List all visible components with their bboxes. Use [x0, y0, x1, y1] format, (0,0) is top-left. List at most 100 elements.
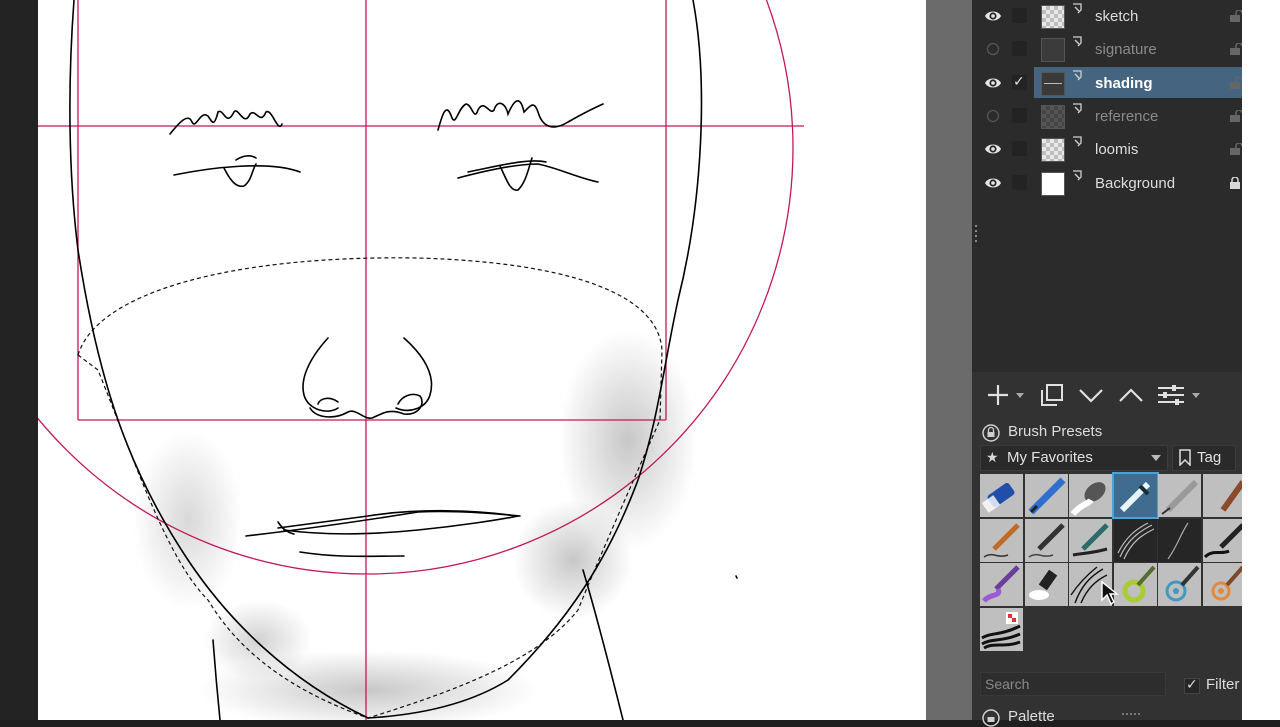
- ink-pen-preset[interactable]: [1158, 474, 1201, 517]
- layer-row-reference[interactable]: reference: [972, 100, 1242, 133]
- brush-presets-title: Brush Presets: [1008, 423, 1103, 440]
- dock-resize-handle[interactable]: [972, 222, 980, 248]
- brush-presets-panel: Brush Presets ★ My Favorites Tag ✓ Filte…: [972, 418, 1246, 727]
- brush-preset-6[interactable]: [1202, 474, 1246, 517]
- move-layer-up-button[interactable]: [1116, 382, 1146, 408]
- preset-grid: [980, 472, 1246, 654]
- paint-layer-icon: [1073, 169, 1082, 180]
- blue-pattern-preset[interactable]: [1158, 563, 1201, 606]
- mouse-cursor-icon: [1101, 580, 1119, 606]
- orange-pattern-preset[interactable]: [1202, 563, 1246, 606]
- brush-preset-thumbnail: [1167, 522, 1189, 559]
- filter-checkbox[interactable]: ✓: [1184, 676, 1200, 694]
- drawing-canvas[interactable]: [38, 0, 926, 720]
- add-layer-button[interactable]: [984, 382, 1024, 408]
- bookmark-icon: [1179, 449, 1191, 466]
- paint-layer-icon: [1073, 136, 1082, 147]
- layer-name: reference: [1095, 107, 1159, 125]
- paint-layer-icon: [1073, 36, 1082, 47]
- move-layer-down-button[interactable]: [1076, 382, 1106, 408]
- visibility-hidden-icon[interactable]: [984, 107, 1002, 125]
- texture-brush-preset[interactable]: [980, 607, 1023, 651]
- layer-thumbnail: [1041, 38, 1065, 63]
- smudge-preset[interactable]: [1024, 563, 1068, 606]
- visibility-eye-icon[interactable]: [984, 74, 1002, 92]
- selected-pen-preset[interactable]: [1111, 472, 1159, 519]
- brush-preset-thumbnail: [1211, 565, 1244, 601]
- layer-checkbox[interactable]: [1012, 8, 1027, 23]
- layer-name: loomis: [1095, 141, 1139, 159]
- layer-name: shading: [1095, 74, 1153, 92]
- layer-row-shading[interactable]: ✓ shading: [972, 66, 1242, 100]
- panel-splitter-2[interactable]: [1122, 702, 1144, 715]
- layer-checkbox[interactable]: [1012, 141, 1027, 157]
- paint-layer-icon: [1073, 103, 1082, 114]
- check-icon: ✓: [1013, 72, 1025, 89]
- layer-toolbar: [972, 378, 1242, 412]
- star-icon: ★: [986, 449, 999, 465]
- blender-preset[interactable]: [1069, 474, 1112, 517]
- layer-thumbnail: [1041, 104, 1065, 129]
- panel-lock-icon[interactable]: [982, 709, 1000, 727]
- brush-preset-thumbnail: [1072, 522, 1109, 556]
- duplicate-layer-button[interactable]: [1038, 382, 1066, 408]
- chevron-down-icon: [1151, 455, 1161, 461]
- brush-preset-thumbnail: [1028, 569, 1057, 600]
- unlock-icon[interactable]: [1228, 10, 1242, 22]
- brush-preset-thumbnail: [1070, 482, 1106, 516]
- tag-button-label: Tag: [1197, 449, 1222, 466]
- brush-preset-thumbnail: [1165, 565, 1200, 602]
- unlock-icon[interactable]: [1228, 143, 1242, 156]
- layers-panel: sketch signature ✓ shading reference loomis Ba…: [972, 0, 1242, 372]
- unlock-icon[interactable]: [1228, 43, 1242, 56]
- layer-row-signature[interactable]: signature: [972, 33, 1242, 66]
- soft-line-preset[interactable]: [1158, 518, 1201, 562]
- layer-row-loomis[interactable]: loomis: [972, 133, 1242, 166]
- lock-icon[interactable]: [1228, 176, 1242, 189]
- filter-label: Filter: [1206, 676, 1240, 693]
- preset-search-input[interactable]: [980, 672, 1166, 696]
- layer-checkbox[interactable]: [1012, 107, 1027, 123]
- brush-preset-thumbnail: [1028, 522, 1065, 558]
- paint-layer-icon: [1073, 69, 1082, 81]
- brush-preset-thumbnail: [1028, 477, 1065, 515]
- check-icon: ✓: [1186, 676, 1198, 692]
- layer-thumbnail: [1041, 71, 1065, 96]
- layer-row-sketch[interactable]: sketch: [972, 0, 1242, 33]
- layer-checkbox[interactable]: [1012, 174, 1027, 190]
- marker-preset[interactable]: [1024, 518, 1068, 562]
- visibility-hidden-icon[interactable]: [984, 40, 1002, 58]
- unlock-icon[interactable]: [1228, 109, 1242, 122]
- layer-checkbox[interactable]: [1012, 41, 1027, 57]
- unlock-icon[interactable]: [1228, 76, 1242, 89]
- brush-preset-12[interactable]: [1202, 518, 1246, 562]
- hair-brush-preset[interactable]: [1113, 518, 1157, 562]
- teal-pen-preset[interactable]: [1069, 518, 1112, 562]
- canvas-area[interactable]: [0, 0, 926, 720]
- paint-layer-icon: [1073, 3, 1082, 14]
- eraser-preset[interactable]: [980, 474, 1023, 517]
- layer-thumbnail: [1041, 5, 1065, 29]
- blue-pen-preset[interactable]: [1024, 474, 1068, 517]
- purple-paint-preset[interactable]: [980, 563, 1023, 606]
- visibility-eye-icon[interactable]: [984, 7, 1002, 25]
- layer-row-background[interactable]: Background: [972, 167, 1242, 200]
- tag-filter-value: My Favorites: [1007, 449, 1093, 466]
- face-sketch: [38, 0, 804, 720]
- loomis-guides: [38, 0, 804, 720]
- brush-preset-thumbnail: [1161, 479, 1199, 515]
- tag-filter-select[interactable]: ★ My Favorites: [980, 445, 1168, 471]
- canvas-scroll-gutter: [926, 0, 972, 720]
- visibility-eye-icon[interactable]: [984, 140, 1002, 158]
- layer-name: sketch: [1095, 8, 1139, 25]
- pencil-preset[interactable]: [980, 518, 1023, 562]
- tag-button[interactable]: Tag: [1172, 445, 1236, 471]
- layer-checkbox[interactable]: ✓: [1012, 72, 1027, 90]
- panel-lock-icon[interactable]: [982, 424, 1000, 442]
- brush-preset-thumbnail: [1116, 521, 1154, 559]
- layer-thumbnail: [1041, 138, 1065, 163]
- brush-preset-thumbnail: [982, 565, 1020, 603]
- visibility-eye-icon[interactable]: [984, 174, 1002, 192]
- brush-preset-thumbnail: [1203, 522, 1245, 558]
- layer-properties-button[interactable]: [1156, 382, 1202, 408]
